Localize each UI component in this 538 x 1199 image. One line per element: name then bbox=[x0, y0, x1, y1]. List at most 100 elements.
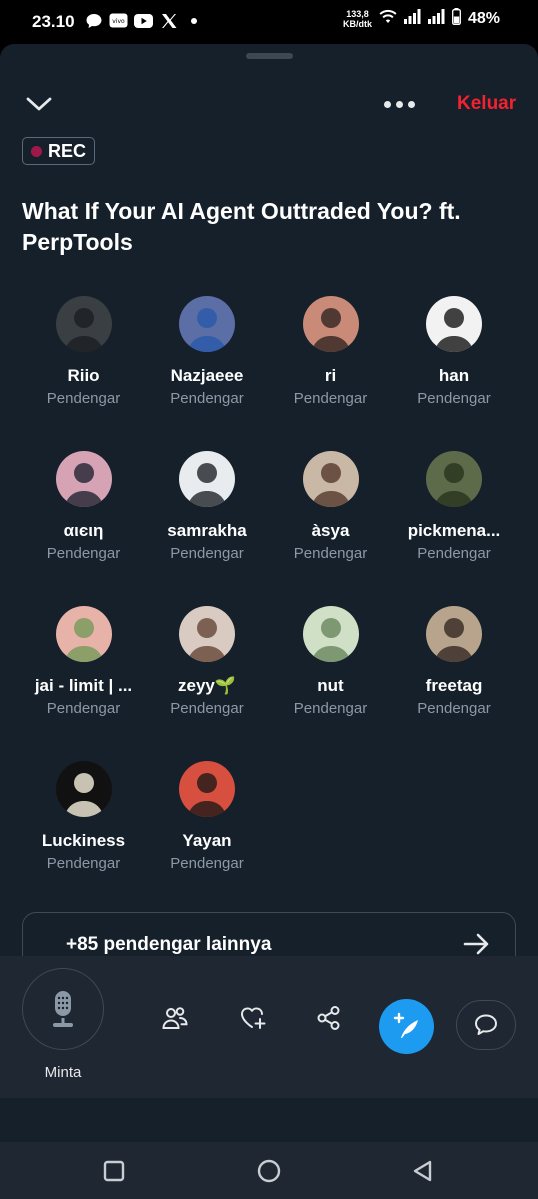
svg-text:vivo: vivo bbox=[112, 18, 125, 25]
youtube-icon bbox=[134, 11, 153, 30]
participant-name: Yayan bbox=[182, 831, 232, 850]
chevron-down-icon bbox=[26, 97, 52, 111]
react-button[interactable] bbox=[237, 1002, 269, 1034]
participant-name: αιєιη bbox=[63, 521, 104, 540]
network-speed-value: 133,8 bbox=[346, 9, 369, 19]
leave-button[interactable]: Keluar bbox=[457, 93, 516, 115]
participant-name: Riio bbox=[67, 366, 100, 385]
rec-badge: REC bbox=[22, 137, 96, 165]
drag-handle[interactable] bbox=[246, 53, 293, 59]
participant-name: jai - limit | ... bbox=[34, 676, 133, 695]
participant-card[interactable]: pickmena... Pendengar bbox=[393, 451, 516, 562]
more-options-button[interactable] bbox=[384, 96, 418, 112]
avatar bbox=[55, 296, 112, 352]
participant-card[interactable]: Luckiness Pendengar bbox=[22, 761, 145, 872]
avatar bbox=[179, 296, 235, 352]
avatar bbox=[179, 761, 235, 817]
share-button[interactable] bbox=[313, 1002, 345, 1034]
recording-dot-icon bbox=[31, 145, 42, 157]
back-button[interactable] bbox=[410, 1158, 436, 1184]
participant-role: Pendengar bbox=[417, 545, 491, 562]
back-triangle-icon bbox=[413, 1160, 432, 1182]
participant-name: Luckiness bbox=[41, 831, 126, 850]
dot-indicator-icon bbox=[184, 11, 203, 30]
participant-role: Pendengar bbox=[170, 390, 244, 407]
arrow-right-icon bbox=[463, 933, 489, 955]
more-listeners-label: +85 pendengar lainnya bbox=[66, 934, 272, 955]
participant-name: han bbox=[438, 366, 470, 385]
participant-card[interactable]: ri Pendengar bbox=[269, 296, 392, 407]
participant-role: Pendengar bbox=[46, 700, 121, 717]
participant-name: pickmena... bbox=[407, 521, 501, 540]
status-time: 23.10 bbox=[32, 12, 75, 31]
circle-icon bbox=[257, 1159, 281, 1183]
heart-plus-icon bbox=[240, 1007, 266, 1029]
avatar bbox=[179, 606, 235, 662]
participant-role: Pendengar bbox=[170, 855, 244, 872]
participant-card[interactable]: jai - limit | ... Pendengar bbox=[22, 606, 145, 717]
chat-notification-icon bbox=[84, 11, 103, 30]
people-icon bbox=[162, 1007, 188, 1029]
comments-button[interactable] bbox=[456, 1000, 516, 1050]
microphone-icon bbox=[53, 991, 73, 1027]
avatar bbox=[179, 451, 235, 507]
compose-feather-icon bbox=[393, 1012, 418, 1038]
participant-role: Pendengar bbox=[46, 545, 121, 562]
battery-percent: 48% bbox=[467, 10, 500, 27]
participant-name: zeyy🌱 bbox=[177, 676, 237, 695]
participant-role: Pendengar bbox=[293, 390, 368, 407]
participant-card[interactable]: han Pendengar bbox=[393, 296, 516, 407]
avatar bbox=[302, 606, 359, 662]
avatar bbox=[55, 761, 112, 817]
participants-button[interactable] bbox=[159, 1002, 191, 1034]
participant-card[interactable]: Nazjaeee Pendengar bbox=[146, 296, 269, 407]
participant-card[interactable]: zeyy🌱 Pendengar bbox=[146, 606, 269, 717]
wifi-icon bbox=[379, 9, 397, 29]
participant-name: freetag bbox=[425, 676, 483, 695]
request-mic-button[interactable] bbox=[22, 968, 104, 1050]
chat-bubble-icon bbox=[475, 1014, 497, 1035]
space-toolbar: Minta bbox=[0, 956, 538, 1098]
avatar bbox=[426, 606, 482, 662]
home-button[interactable] bbox=[256, 1158, 282, 1184]
avatar bbox=[55, 451, 112, 507]
participant-role: Pendengar bbox=[293, 545, 368, 562]
participant-card[interactable]: samrakha Pendengar bbox=[146, 451, 269, 562]
status-bar: 23.10 vivo 133,8 KB/dtk 48% bbox=[0, 0, 538, 44]
avatar bbox=[55, 606, 112, 662]
participant-name: àsya bbox=[311, 521, 350, 540]
share-icon bbox=[317, 1006, 340, 1030]
participant-role: Pendengar bbox=[417, 390, 491, 407]
participant-card[interactable]: Riio Pendengar bbox=[22, 296, 145, 407]
notification-icons: vivo bbox=[84, 11, 203, 30]
battery-icon bbox=[452, 8, 461, 30]
participant-name: samrakha bbox=[167, 521, 247, 540]
participant-role: Pendengar bbox=[46, 855, 121, 872]
mic-label: Minta bbox=[44, 1064, 82, 1081]
participant-role: Pendengar bbox=[170, 700, 244, 717]
participant-role: Pendengar bbox=[293, 700, 368, 717]
avatar bbox=[426, 451, 482, 507]
participant-card[interactable]: αιєιη Pendengar bbox=[22, 451, 145, 562]
participant-card[interactable]: freetag Pendengar bbox=[393, 606, 516, 717]
more-dots-icon bbox=[408, 100, 415, 108]
participant-card[interactable]: nut Pendengar bbox=[269, 606, 392, 717]
more-dots-icon bbox=[396, 100, 403, 108]
rec-label: REC bbox=[48, 140, 87, 161]
participant-card[interactable]: Yayan Pendengar bbox=[146, 761, 269, 872]
signal-icon-1 bbox=[403, 9, 421, 29]
participant-card[interactable]: àsya Pendengar bbox=[269, 451, 392, 562]
x-logo-icon bbox=[159, 11, 178, 30]
participant-name: Nazjaeee bbox=[170, 366, 244, 385]
collapse-button[interactable] bbox=[24, 92, 54, 116]
signal-icon-2 bbox=[427, 9, 445, 29]
network-speed-unit: KB/dtk bbox=[342, 19, 372, 29]
avatar bbox=[302, 296, 359, 352]
compose-tweet-button[interactable] bbox=[379, 999, 434, 1054]
recent-apps-button[interactable] bbox=[101, 1158, 127, 1184]
system-nav-bar bbox=[0, 1142, 538, 1199]
system-indicators: 133,8 KB/dtk 48% bbox=[343, 8, 500, 30]
participant-name: nut bbox=[317, 676, 344, 695]
participant-role: Pendengar bbox=[417, 700, 491, 717]
participant-name: ri bbox=[324, 366, 337, 385]
